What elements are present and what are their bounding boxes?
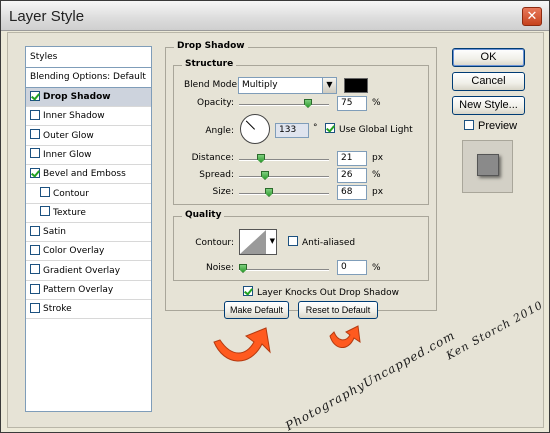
style-item-label: Inner Shadow xyxy=(43,111,105,122)
style-item-label: Drop Shadow xyxy=(43,92,111,102)
blend-mode-select[interactable]: Multiply ▼ xyxy=(238,77,337,94)
use-global-light-label: Use Global Light xyxy=(339,125,413,135)
noise-label: Noise: xyxy=(206,263,234,273)
arrow-icon xyxy=(329,325,361,348)
style-checkbox[interactable] xyxy=(30,129,40,140)
style-item-label: Stroke xyxy=(43,304,72,315)
size-input[interactable]: 68 xyxy=(337,185,367,200)
spread-slider-track[interactable] xyxy=(239,176,329,178)
style-item-label: Bevel and Emboss xyxy=(43,169,126,180)
size-label: Size: xyxy=(212,187,234,197)
close-icon[interactable]: ✕ xyxy=(522,7,542,26)
cancel-button[interactable]: Cancel xyxy=(452,72,525,91)
style-checkbox[interactable] xyxy=(30,225,40,236)
new-style-button[interactable]: New Style... xyxy=(452,96,525,115)
ok-button[interactable]: OK xyxy=(452,48,525,67)
style-item-label: Color Overlay xyxy=(43,246,105,257)
size-unit: px xyxy=(372,187,384,197)
distance-unit: px xyxy=(372,153,384,163)
opacity-label: Opacity: xyxy=(197,98,234,108)
size-slider-track[interactable] xyxy=(239,193,329,195)
style-item-label: Satin xyxy=(43,227,66,238)
blending-options-item[interactable]: Blending Options: Default xyxy=(26,68,151,88)
style-item-label: Gradient Overlay xyxy=(43,265,121,276)
style-item[interactable]: Outer Glow xyxy=(26,127,151,146)
style-item-label: Inner Glow xyxy=(43,149,92,160)
style-checkbox[interactable] xyxy=(30,90,40,101)
distance-slider-track[interactable] xyxy=(239,159,329,161)
styles-header[interactable]: Styles xyxy=(26,47,151,68)
make-default-button[interactable]: Make Default xyxy=(224,301,289,319)
opacity-input[interactable]: 75 xyxy=(337,96,367,111)
style-item[interactable]: Color Overlay xyxy=(26,242,151,262)
style-checkbox[interactable] xyxy=(30,109,40,120)
spread-label: Spread: xyxy=(199,170,234,180)
contour-dropdown-icon[interactable]: ▼ xyxy=(270,237,275,245)
layer-style-dialog: Layer Style ✕ Styles Blending Options: D… xyxy=(0,0,550,433)
quality-title: Quality xyxy=(182,210,225,220)
preview-swatch xyxy=(477,154,499,176)
contour-label: Contour: xyxy=(195,238,234,248)
angle-label: Angle: xyxy=(205,126,234,136)
blend-mode-label: Blend Mode: xyxy=(184,80,241,90)
angle-input[interactable]: 133 xyxy=(275,123,309,138)
contour-curve-icon xyxy=(240,230,266,254)
anti-aliased-checkbox[interactable] xyxy=(288,236,298,246)
styles-list: Styles Blending Options: Default Drop Sh… xyxy=(25,46,152,412)
style-item[interactable]: Bevel and Emboss xyxy=(26,165,151,185)
style-item[interactable]: Drop Shadow xyxy=(26,88,151,107)
noise-slider-track[interactable] xyxy=(239,269,329,271)
style-item-label: Contour xyxy=(53,188,89,199)
distance-input[interactable]: 21 xyxy=(337,151,367,166)
preview-checkbox[interactable] xyxy=(464,120,474,130)
title-bar[interactable]: Layer Style ✕ xyxy=(1,1,549,31)
angle-unit: ° xyxy=(313,123,318,133)
style-checkbox[interactable] xyxy=(30,302,40,313)
style-checkbox[interactable] xyxy=(40,187,50,197)
layer-knocks-out-label: Layer Knocks Out Drop Shadow xyxy=(257,288,399,298)
opacity-unit: % xyxy=(372,98,381,108)
style-item[interactable]: Stroke xyxy=(26,300,151,320)
drop-shadow-title: Drop Shadow xyxy=(174,41,248,51)
noise-input[interactable]: 0 xyxy=(337,260,367,275)
layer-knocks-out-checkbox[interactable] xyxy=(243,286,253,296)
style-checkbox[interactable] xyxy=(30,244,40,255)
style-item[interactable]: Texture xyxy=(26,204,151,223)
noise-unit: % xyxy=(372,263,381,273)
opacity-slider-track[interactable] xyxy=(239,104,329,106)
style-item-label: Texture xyxy=(53,207,86,218)
chevron-down-icon[interactable]: ▼ xyxy=(322,78,336,93)
style-item[interactable]: Inner Shadow xyxy=(26,107,151,127)
contour-picker[interactable]: ▼ xyxy=(239,229,277,255)
use-global-light-checkbox[interactable] xyxy=(325,123,335,133)
spread-input[interactable]: 26 xyxy=(337,168,367,183)
reset-to-default-button[interactable]: Reset to Default xyxy=(298,301,378,319)
style-item[interactable]: Inner Glow xyxy=(26,146,151,165)
arrow-icon xyxy=(213,327,271,362)
spread-unit: % xyxy=(372,170,381,180)
blend-mode-value: Multiply xyxy=(242,80,278,90)
style-item[interactable]: Contour xyxy=(26,185,151,204)
style-checkbox[interactable] xyxy=(30,148,40,159)
shadow-color-swatch[interactable] xyxy=(344,78,368,93)
structure-title: Structure xyxy=(182,59,237,69)
style-checkbox[interactable] xyxy=(40,206,50,217)
style-checkbox[interactable] xyxy=(30,283,40,294)
anti-aliased-label: Anti-aliased xyxy=(302,238,356,248)
style-checkbox[interactable] xyxy=(30,264,40,275)
style-item-label: Pattern Overlay xyxy=(43,285,114,295)
style-item[interactable]: Satin xyxy=(26,223,151,243)
preview-box xyxy=(462,140,513,193)
distance-label: Distance: xyxy=(191,153,234,163)
style-item[interactable]: Pattern Overlay xyxy=(26,281,151,300)
preview-label: Preview xyxy=(478,120,518,132)
window-title: Layer Style xyxy=(9,8,85,25)
style-item-label: Outer Glow xyxy=(43,130,94,141)
style-checkbox[interactable] xyxy=(30,167,40,178)
style-item[interactable]: Gradient Overlay xyxy=(26,262,151,281)
angle-dial[interactable] xyxy=(240,114,270,144)
